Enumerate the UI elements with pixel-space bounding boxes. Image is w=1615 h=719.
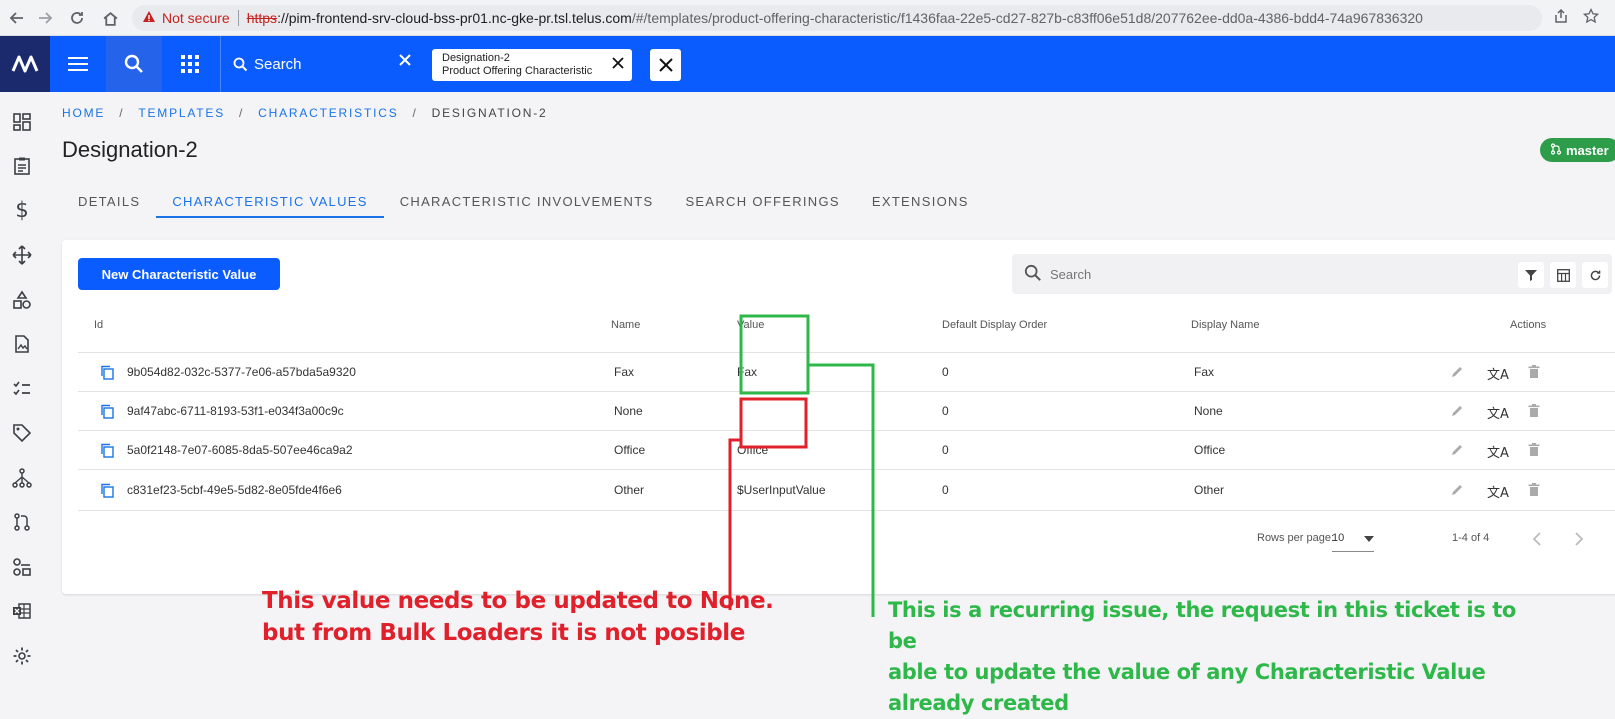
red-annotation-line: This value needs to be updated to None.	[262, 588, 774, 614]
green-annotation-line: already created	[888, 691, 1069, 715]
red-highlight-box	[739, 397, 808, 449]
green-highlight-box	[739, 314, 810, 395]
green-annotation-line: This is a recurring issue, the request i…	[888, 598, 1516, 653]
red-annotation-line: but from Bulk Loaders it is not posible	[262, 620, 745, 646]
green-connector-line	[808, 363, 875, 617]
green-annotation-line: able to update the value of any Characte…	[888, 660, 1486, 684]
green-annotation: This is a recurring issue, the request i…	[888, 595, 1528, 719]
red-annotation: This value needs to be updated to None. …	[262, 585, 774, 649]
